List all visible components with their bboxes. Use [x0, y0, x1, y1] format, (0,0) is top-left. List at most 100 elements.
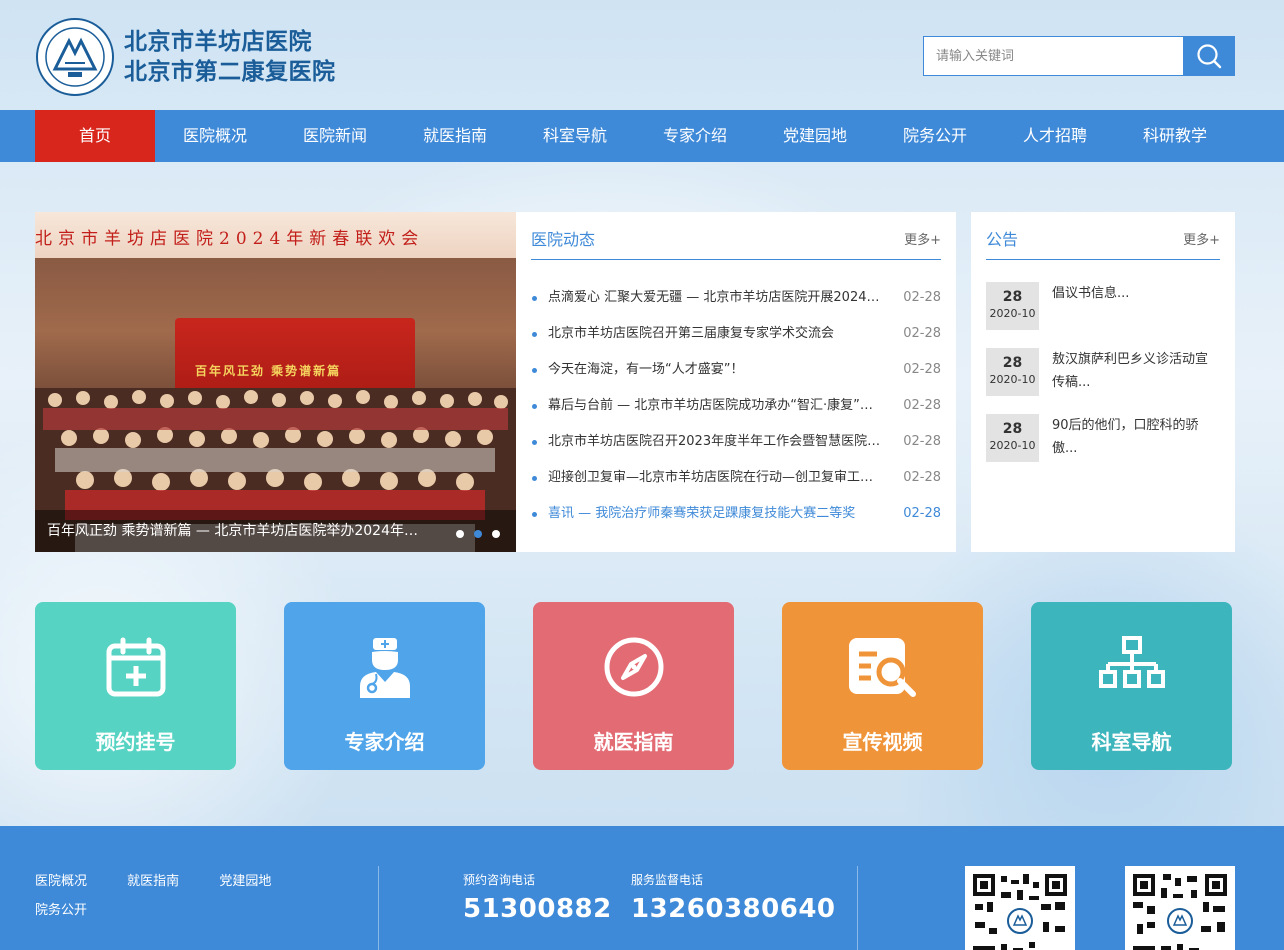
news-item-title: 喜讯 — 我院治疗师秦骞荣获足踝康复技能大赛二等奖 [548, 506, 856, 521]
nav-item-news[interactable]: 医院新闻 [275, 110, 395, 162]
site-footer: 医院概况 就医指南 党建园地 院务公开 预约咨询电话 51300882 服务监督… [0, 826, 1284, 950]
footer-link-affairs[interactable]: 院务公开 [35, 899, 87, 918]
news-item-title: 北京市羊坊店医院召开第三届康复专家学术交流会 [548, 326, 835, 341]
footer-link-party[interactable]: 党建园地 [219, 870, 271, 889]
news-list-item[interactable]: 点滴爱心 汇聚大爱无疆 — 北京市羊坊店医院开展2024年无偿献血活动 02-28 [531, 280, 941, 316]
qr-code-icon [965, 866, 1075, 950]
qr-code-icon [1125, 866, 1235, 950]
news-item-title: 点滴爱心 汇聚大爱无疆 — 北京市羊坊店医院开展2024年无偿献血活动 [548, 290, 883, 305]
news-item-date: 02-28 [903, 506, 941, 521]
news-list-item[interactable]: 喜讯 — 我院治疗师秦骞荣获足踝康复技能大赛二等奖 02-28 [531, 496, 941, 532]
supervision-phone-block: 服务监督电话 13260380640 [631, 871, 836, 924]
compass-icon [533, 636, 734, 700]
news-item-title: 北京市羊坊店医院召开2023年度半年工作会暨智慧医院建设推进会 [548, 434, 883, 449]
notice-panel-header: 公告 更多+ [986, 212, 1220, 260]
nav-item-research[interactable]: 科研教学 [1115, 110, 1235, 162]
hospital-name-line2: 北京市第二康复医院 [124, 59, 336, 85]
news-item-date: 02-28 [903, 470, 941, 485]
nav-item-departments[interactable]: 科室导航 [515, 110, 635, 162]
org-chart-icon [1031, 636, 1232, 700]
news-list-item[interactable]: 北京市羊坊店医院召开2023年度半年工作会暨智慧医院建设推进会 02-28 [531, 424, 941, 460]
hospital-name[interactable]: 北京市羊坊店医院 北京市第二康复医院 [124, 27, 336, 87]
news-item-title: 幕后与台前 — 北京市羊坊店医院成功承办“智汇·康复”学术会议 [548, 398, 883, 413]
slider-dot-2[interactable] [474, 530, 482, 538]
footer-divider [857, 866, 858, 950]
search-box [923, 36, 1235, 76]
footer-link-overview[interactable]: 医院概况 [35, 870, 87, 889]
notice-panel-title: 公告 [986, 230, 1019, 249]
news-item-title: 迎接创卫复审—北京市羊坊店医院在行动—创卫复审工作部署 [548, 470, 883, 485]
quick-link-label: 专家介绍 [344, 730, 425, 754]
slide-photo: 百年风正劲 乘势谱新篇 [35, 258, 516, 552]
main-nav: 首页 医院概况 医院新闻 就医指南 科室导航 专家介绍 党建园地 院务公开 人才… [0, 110, 1284, 162]
slide-curtain-text: 百年风正劲 乘势谱新篇 [195, 364, 342, 378]
news-item-title: 今天在海淀，有一场“人才盛宴”！ [548, 362, 744, 377]
news-more-link[interactable]: 更多+ [904, 229, 941, 248]
quick-link-label: 宣传视频 [842, 730, 923, 754]
notice-day: 28 [1002, 421, 1023, 437]
notice-year-month: 2020-10 [989, 373, 1036, 386]
supervision-phone-number[interactable]: 13260380640 [631, 894, 836, 924]
slide-caption-text: 百年风正劲 乘势谱新篇 — 北京市羊坊店医院举办2024年新春联欢会 [47, 523, 422, 539]
notice-list: 28 2020-10 倡议书信息... 28 2020-10 敖汉旗萨利巴乡义诊… [986, 282, 1220, 480]
news-list-item[interactable]: 今天在海淀，有一场“人才盛宴”！ 02-28 [531, 352, 941, 388]
footer-link-guide[interactable]: 就医指南 [127, 870, 179, 889]
appointment-phone-number[interactable]: 51300882 [463, 894, 612, 924]
news-slider[interactable]: 北京市羊坊店医院2024年新春联欢会 百年风正劲 乘势谱新篇 百年风正劲 乘势谱… [35, 212, 516, 552]
appointment-phone-label: 预约咨询电话 [463, 873, 536, 887]
notice-title: 倡议书信息... [1052, 286, 1130, 301]
slider-dot-3[interactable] [492, 530, 500, 538]
supervision-phone-label: 服务监督电话 [631, 873, 704, 887]
notice-item[interactable]: 28 2020-10 90后的他们，口腔科的骄傲... [986, 414, 1220, 480]
notice-item[interactable]: 28 2020-10 敖汉旗萨利巴乡义诊活动宣传稿... [986, 348, 1220, 414]
notice-day: 28 [1002, 355, 1023, 371]
quick-link-departments[interactable]: 科室导航 [1031, 602, 1232, 770]
nav-item-affairs[interactable]: 院务公开 [875, 110, 995, 162]
news-item-date: 02-28 [903, 326, 941, 341]
news-item-date: 02-28 [903, 290, 941, 305]
news-list: 点滴爱心 汇聚大爱无疆 — 北京市羊坊店医院开展2024年无偿献血活动 02-28… [531, 280, 941, 532]
search-button[interactable] [1183, 36, 1235, 76]
news-item-date: 02-28 [903, 434, 941, 449]
news-item-date: 02-28 [903, 398, 941, 413]
quick-link-label: 预约挂号 [95, 730, 176, 754]
quick-link-label: 科室导航 [1091, 730, 1172, 754]
notice-title: 90后的他们，口腔科的骄傲... [1052, 418, 1199, 456]
notice-year-month: 2020-10 [989, 439, 1036, 452]
nav-item-party[interactable]: 党建园地 [755, 110, 875, 162]
doctor-icon [284, 636, 485, 700]
quick-link-label: 就医指南 [593, 730, 674, 754]
notice-year-month: 2020-10 [989, 307, 1036, 320]
site-header: 北京市羊坊店医院 北京市第二康复医院 [0, 0, 1284, 110]
quick-links: 预约挂号 专家介绍 就医指南 宣传视频 科室导航 [35, 602, 1235, 770]
slide-caption[interactable]: 百年风正劲 乘势谱新篇 — 北京市羊坊店医院举办2024年新春联欢会 [35, 510, 516, 552]
notice-date-badge: 28 2020-10 [986, 348, 1039, 396]
nav-item-recruitment[interactable]: 人才招聘 [995, 110, 1115, 162]
nav-item-overview[interactable]: 医院概况 [155, 110, 275, 162]
quick-link-videos[interactable]: 宣传视频 [782, 602, 983, 770]
nav-item-guide[interactable]: 就医指南 [395, 110, 515, 162]
slider-dot-1[interactable] [456, 530, 464, 538]
quick-link-appointment[interactable]: 预约挂号 [35, 602, 236, 770]
search-icon [1197, 44, 1222, 69]
notice-title: 敖汉旗萨利巴乡义诊活动宣传稿... [1052, 352, 1209, 390]
search-input[interactable] [923, 36, 1183, 76]
hospital-name-line1: 北京市羊坊店医院 [124, 29, 312, 55]
notice-day: 28 [1002, 289, 1023, 305]
notice-item[interactable]: 28 2020-10 倡议书信息... [986, 282, 1220, 348]
news-list-item[interactable]: 迎接创卫复审—北京市羊坊店医院在行动—创卫复审工作部署 02-28 [531, 460, 941, 496]
slide-banner-text: 北京市羊坊店医院2024年新春联欢会 [35, 229, 425, 249]
notice-more-link[interactable]: 更多+ [1183, 229, 1220, 248]
quick-link-experts[interactable]: 专家介绍 [284, 602, 485, 770]
footer-links: 医院概况 就医指南 党建园地 院务公开 [35, 870, 335, 928]
news-list-item[interactable]: 北京市羊坊店医院召开第三届康复专家学术交流会 02-28 [531, 316, 941, 352]
news-panel-header: 医院动态 更多+ [531, 212, 941, 260]
nav-item-experts[interactable]: 专家介绍 [635, 110, 755, 162]
slider-dots [456, 530, 500, 538]
appointment-phone-block: 预约咨询电话 51300882 [463, 871, 612, 924]
notice-date-badge: 28 2020-10 [986, 414, 1039, 462]
news-list-item[interactable]: 幕后与台前 — 北京市羊坊店医院成功承办“智汇·康复”学术会议 02-28 [531, 388, 941, 424]
nav-item-home[interactable]: 首页 [35, 110, 155, 162]
hospital-logo-icon[interactable] [35, 17, 115, 97]
quick-link-guide[interactable]: 就医指南 [533, 602, 734, 770]
